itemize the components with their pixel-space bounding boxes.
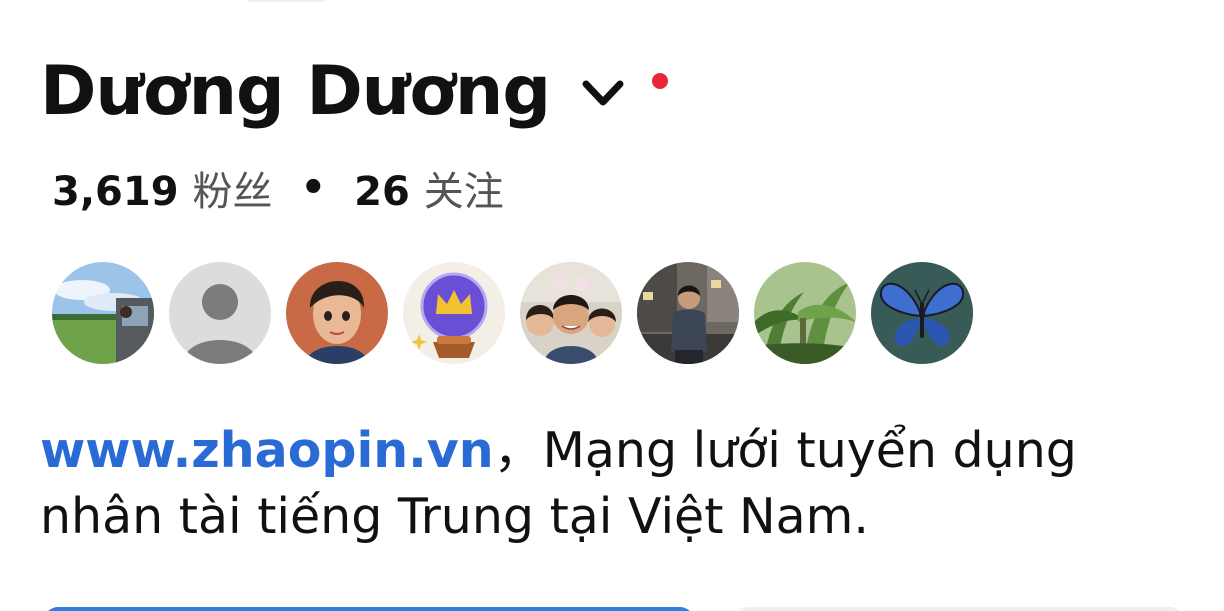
profile-header: Dương Dương 3,619 粉丝 • 26 关注 www.zhaopin… xyxy=(0,0,1224,611)
profile-bio: www.zhaopin.vn，Mạng lưới tuyển dụng nhân… xyxy=(40,418,1190,550)
notification-dot xyxy=(652,73,668,89)
friend-avatars-row xyxy=(52,262,988,366)
man-street-photo-avatar[interactable] xyxy=(637,262,739,364)
landscape-photo-avatar[interactable] xyxy=(52,262,154,364)
group-selfie-avatar[interactable] xyxy=(520,262,622,364)
default-user-avatar[interactable] xyxy=(169,262,271,364)
following-stat[interactable]: 26 关注 xyxy=(354,159,504,217)
bio-website-link[interactable]: www.zhaopin.vn xyxy=(40,422,494,479)
animated-character-avatar[interactable] xyxy=(286,262,388,364)
butterfly-avatar[interactable] xyxy=(871,262,973,364)
status-bar-remnant xyxy=(246,0,326,2)
follow-stats: 3,619 粉丝 • 26 关注 xyxy=(52,160,504,216)
banana-plants-avatar[interactable] xyxy=(754,262,856,364)
followers-stat[interactable]: 3,619 粉丝 xyxy=(52,159,273,217)
followers-count: 3,619 xyxy=(52,169,179,215)
following-count: 26 xyxy=(354,169,410,215)
profile-name-row[interactable]: Dương Dương xyxy=(40,44,668,140)
bio-comma: ， xyxy=(493,422,543,479)
following-label: 关注 xyxy=(423,169,504,215)
crystal-ball-crown-avatar[interactable] xyxy=(403,262,505,364)
profile-name: Dương Dương xyxy=(40,52,551,131)
followers-label: 粉丝 xyxy=(192,169,273,215)
stats-separator: • xyxy=(300,165,327,211)
primary-action-button[interactable] xyxy=(44,607,694,611)
chevron-down-icon[interactable] xyxy=(580,74,626,114)
secondary-action-button[interactable] xyxy=(734,607,1184,611)
